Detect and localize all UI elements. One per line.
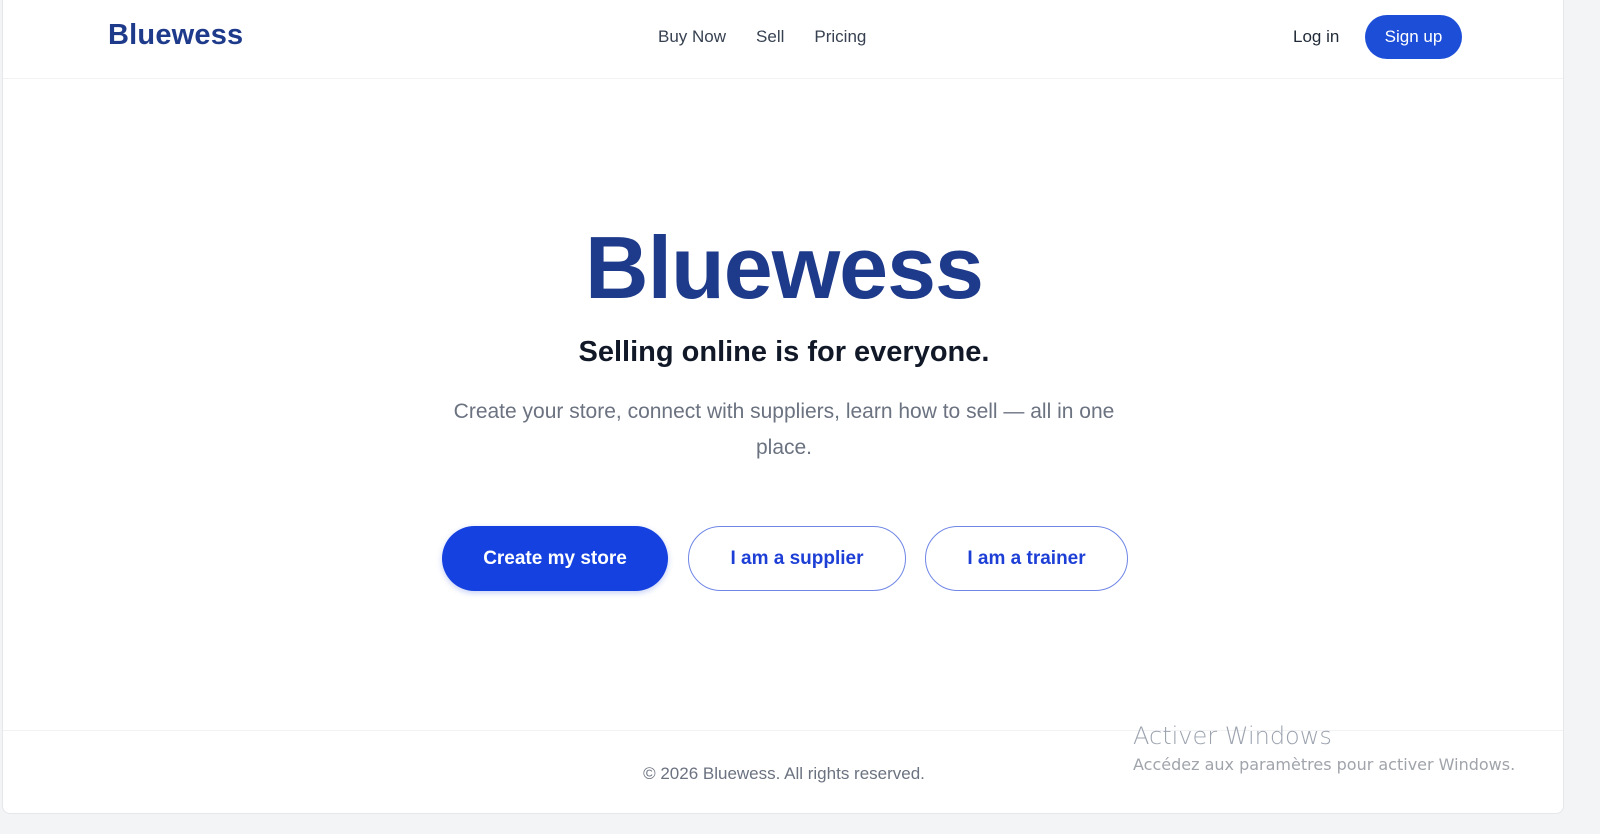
create-store-button[interactable]: Create my store bbox=[442, 526, 668, 591]
hero-subtitle: Selling online is for everyone. bbox=[578, 336, 990, 368]
brand-logo[interactable]: Bluewess bbox=[108, 19, 243, 52]
supplier-button[interactable]: I am a supplier bbox=[688, 526, 906, 591]
windows-activation-subtitle: Accédez aux paramètres pour activer Wind… bbox=[1133, 755, 1516, 774]
hero-title: Bluewess bbox=[585, 218, 984, 317]
top-nav-bar: Bluewess Buy Now Sell Pricing Log in Sig… bbox=[3, 0, 1563, 79]
nav-pricing[interactable]: Pricing bbox=[814, 27, 866, 47]
signup-button[interactable]: Sign up bbox=[1365, 15, 1462, 59]
page-frame: Bluewess Buy Now Sell Pricing Log in Sig… bbox=[2, 0, 1564, 814]
nav-buy-now[interactable]: Buy Now bbox=[658, 27, 726, 47]
trainer-button[interactable]: I am a trainer bbox=[925, 526, 1128, 591]
windows-activation-title: Activer Windows bbox=[1133, 722, 1332, 750]
nav-sell[interactable]: Sell bbox=[756, 27, 784, 47]
login-link[interactable]: Log in bbox=[1293, 27, 1339, 47]
hero-description: Create your store, connect with supplier… bbox=[453, 400, 1115, 459]
main-nav: Buy Now Sell Pricing bbox=[658, 27, 866, 47]
